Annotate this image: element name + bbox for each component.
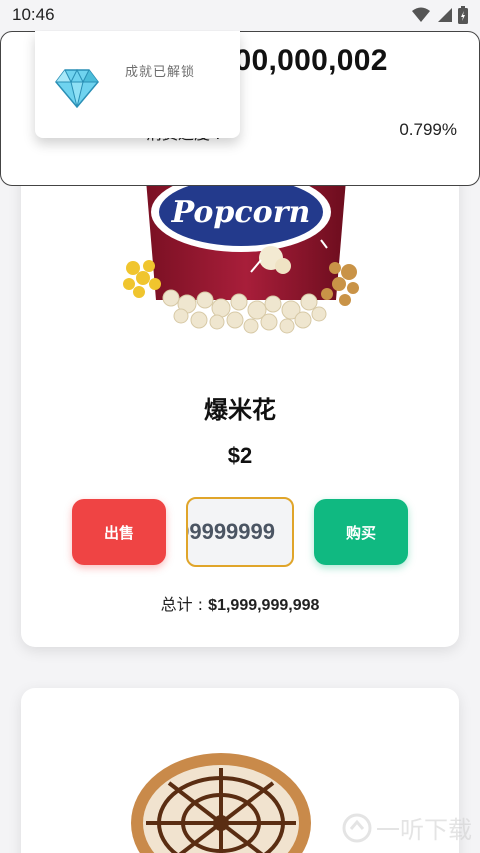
battery-icon	[458, 6, 468, 24]
wifi-icon	[412, 7, 430, 22]
progress-value: 0.799%	[399, 120, 457, 139]
achievement-toast[interactable]: 成就已解锁	[35, 31, 240, 138]
diamond-icon	[55, 68, 99, 108]
total-label: 总计 :	[160, 595, 204, 614]
popcorn-image: Popcorn	[123, 180, 359, 334]
status-time: 10:46	[12, 5, 55, 24]
quantity-value: 999999999	[188, 519, 275, 544]
watermark-logo-icon	[342, 813, 372, 842]
product-price: $2	[227, 443, 253, 468]
status-icons	[412, 6, 468, 24]
status-bar: 10:46	[0, 0, 480, 30]
product-name: 爆米花	[204, 397, 276, 424]
toast-text: 成就已解锁	[125, 65, 196, 80]
total-row: 总计 : $1,999,999,998	[21, 591, 459, 615]
watermark-text: 一听下载	[376, 816, 472, 844]
total-value: $1,999,999,998	[208, 597, 320, 614]
watermark: 一听下载	[342, 810, 472, 845]
popcorn-logo-text: Popcorn	[171, 195, 311, 230]
sell-button[interactable]: 出售	[72, 499, 166, 565]
buy-button[interactable]: 购买	[314, 499, 408, 565]
product-card: Popcorn 爆米花 $2 出售 999999999 购买 总计 : $1,9…	[21, 150, 459, 647]
quantity-input[interactable]: 999999999	[186, 497, 294, 567]
signal-icon	[438, 8, 452, 22]
